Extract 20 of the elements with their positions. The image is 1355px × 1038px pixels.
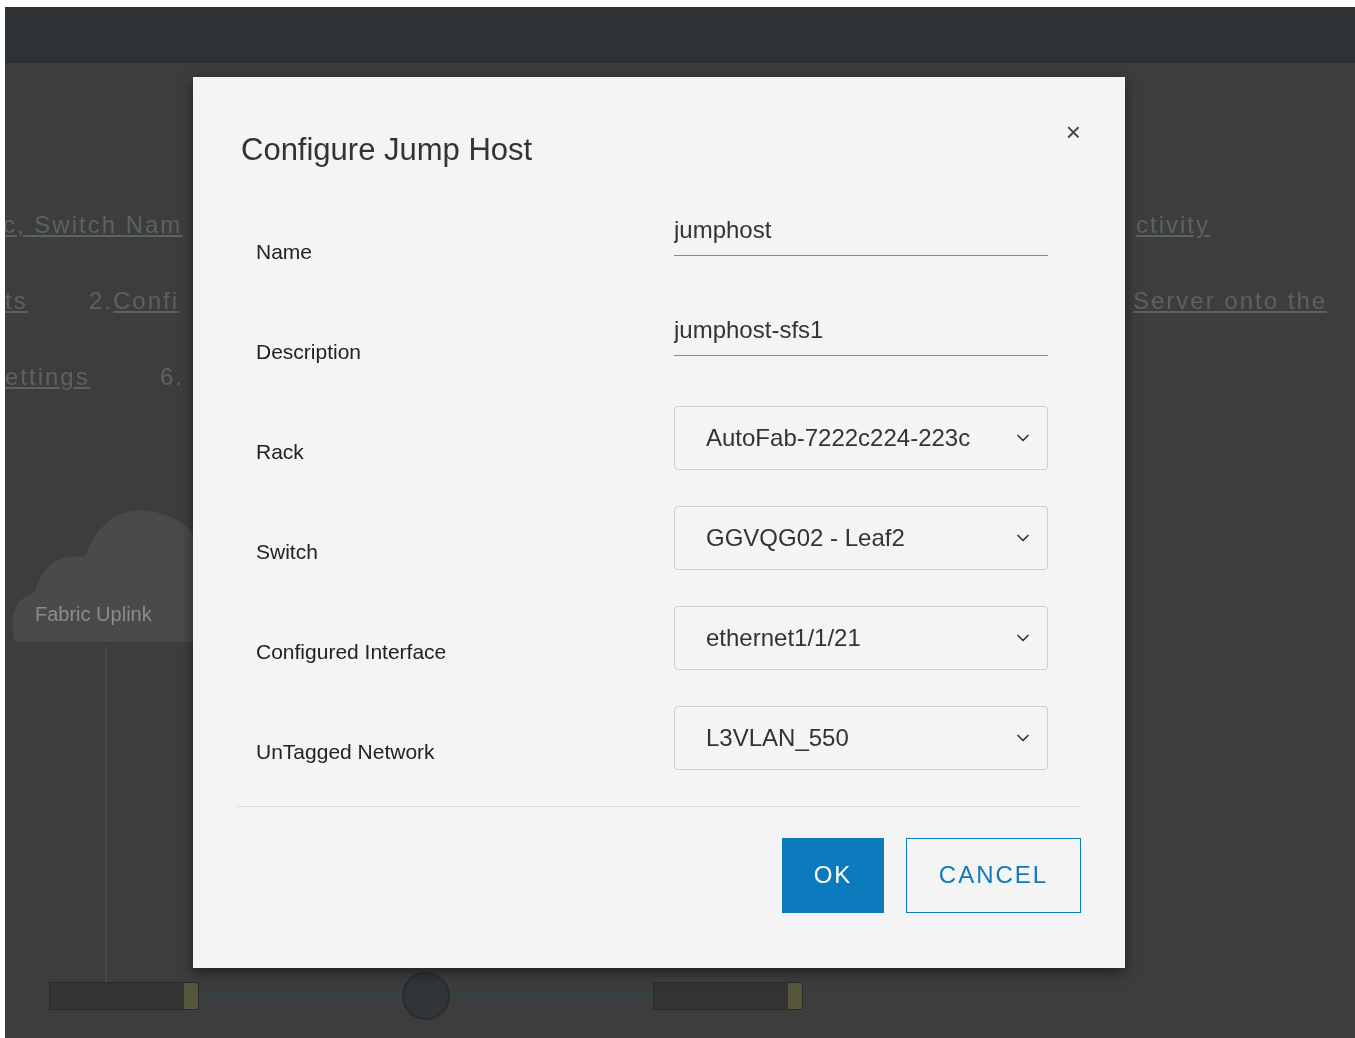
switch-icon: [49, 982, 199, 1010]
dialog-title: Configure Jump Host: [241, 131, 533, 169]
field-label: Description: [256, 339, 363, 365]
hub-node: [402, 972, 450, 1020]
switch-icon: [653, 982, 803, 1010]
field-label: Switch: [256, 539, 319, 565]
input-field[interactable]: jumphost-sfs1: [674, 305, 1048, 356]
field-label: Name: [256, 239, 314, 265]
input-field[interactable]: jumphost: [674, 205, 1048, 256]
ok-button[interactable]: OK: [782, 837, 884, 913]
select-field[interactable]: AutoFab-7222c224-223c: [674, 405, 1048, 470]
field-label: Rack: [256, 439, 305, 465]
select-field[interactable]: L3VLAN_550: [674, 705, 1048, 770]
field-label: UnTagged Network: [256, 739, 436, 765]
cloud-label: Fabric Uplink: [35, 602, 152, 627]
select-field[interactable]: GGVQG02 - Leaf2: [674, 505, 1048, 570]
select-field[interactable]: ethernet1/1/21: [674, 605, 1048, 670]
cancel-button[interactable]: CANCEL: [906, 837, 1081, 913]
field-label: Configured Interface: [256, 639, 448, 665]
close-button[interactable]: ×: [1065, 119, 1081, 145]
